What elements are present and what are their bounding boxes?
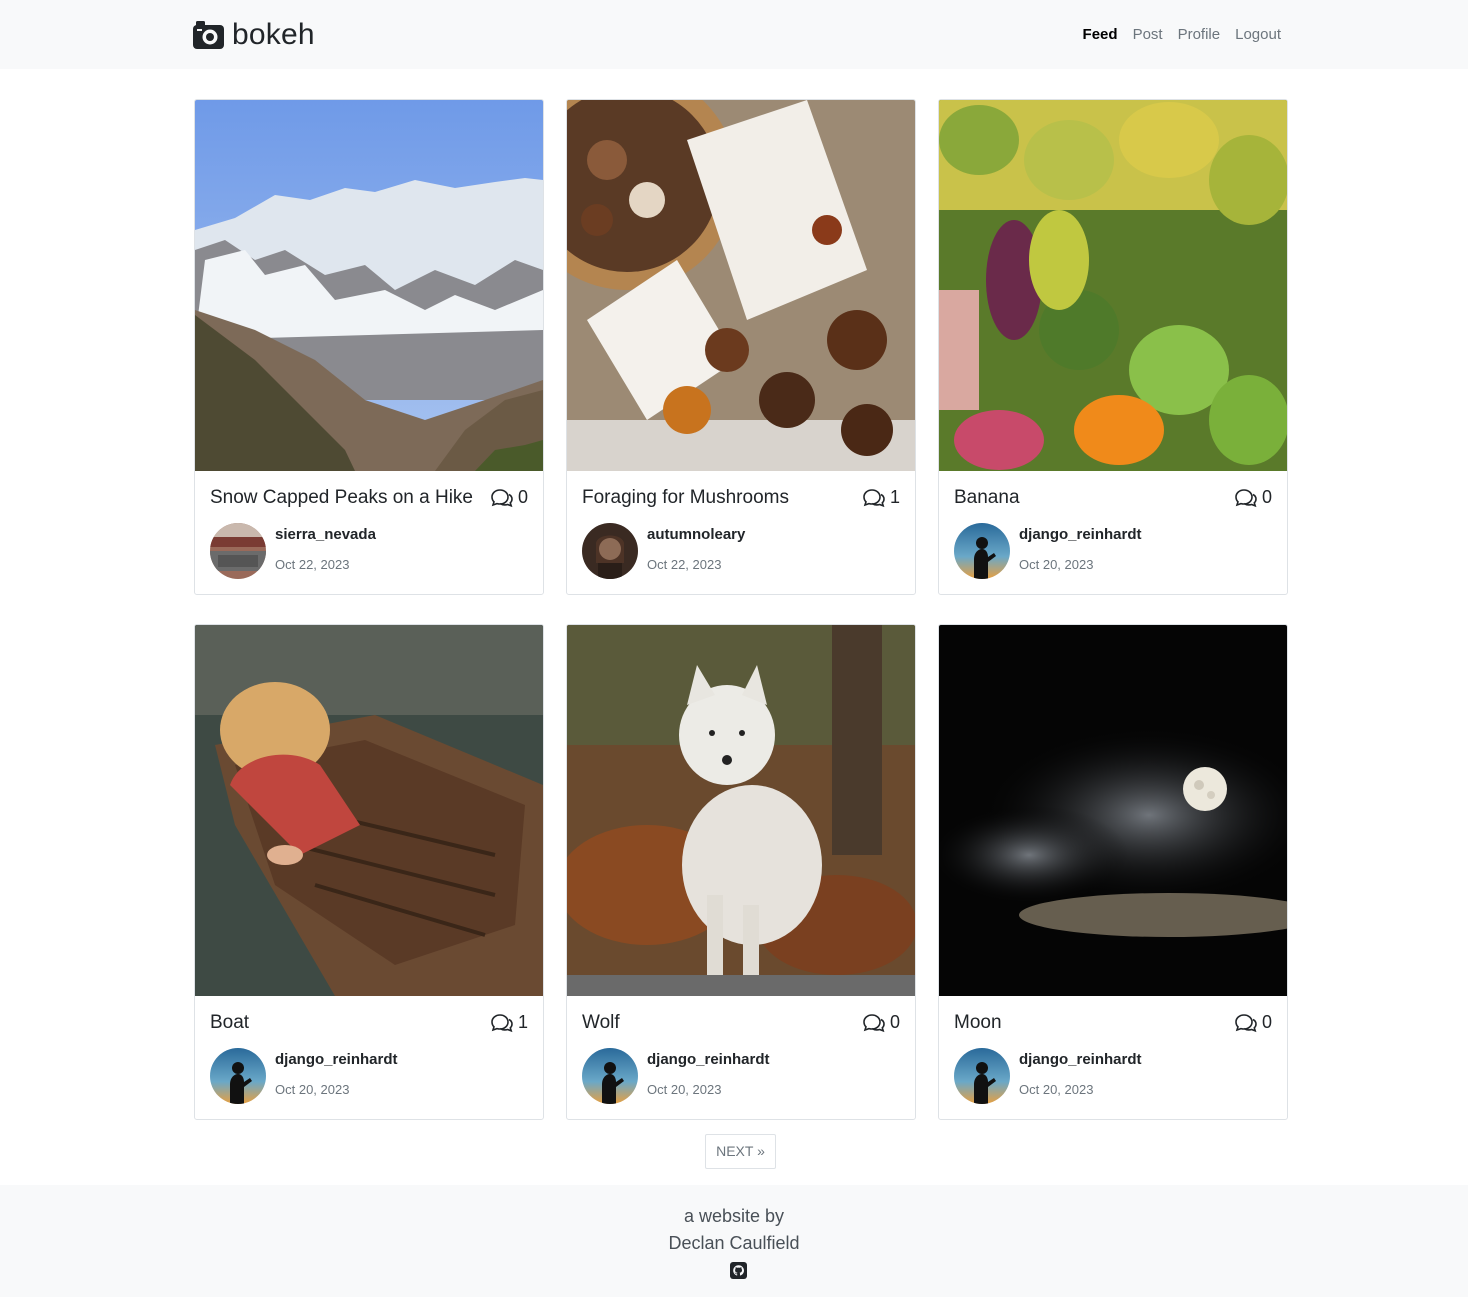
mushrooms-photo[interactable] [567,100,915,471]
post-date: Oct 20, 2023 [1019,1082,1094,1097]
next-page-button[interactable]: NEXT » [705,1134,776,1169]
avatar[interactable] [210,523,266,579]
comment-count-value: 0 [1261,1012,1272,1032]
navbar: bokeh Feed Post Profile Logout [0,0,1468,69]
nav-logout-link[interactable]: Logout [1235,25,1281,45]
post-date: Oct 20, 2023 [1019,557,1094,572]
comments-icon [491,1013,513,1032]
post-date: Oct 20, 2023 [647,1082,722,1097]
comments-icon [1235,1013,1257,1032]
post-date: Oct 22, 2023 [275,557,350,572]
post-card[interactable]: Snow Capped Peaks on a Hike 0 sierra_nev… [194,99,544,595]
camera-icon [193,21,224,49]
footer-author-name: Declan Caulfield [668,1233,800,1253]
post-title[interactable]: Boat [210,1012,249,1034]
post-date: Oct 22, 2023 [647,557,722,572]
post-card[interactable]: Banana 0 django_reinhardt Oct 20, 2023 [938,99,1288,595]
avatar[interactable] [582,1048,638,1104]
post-card[interactable]: Boat 1 django_reinhardt Oct 20, 2023 [194,624,544,1120]
comment-count[interactable]: 1 [862,487,900,508]
comment-count-value: 0 [889,1012,900,1032]
comment-count-value: 0 [517,487,528,507]
avatar[interactable] [954,1048,1010,1104]
snowy-mountain-photo[interactable] [195,100,543,471]
avatar[interactable] [210,1048,266,1104]
post-date: Oct 20, 2023 [275,1082,350,1097]
brand-name: bokeh [232,18,315,51]
moon-photo[interactable] [939,625,1287,996]
post-card[interactable]: Foraging for Mushrooms 1 autumnoleary Oc… [566,99,916,595]
wolf-photo[interactable] [567,625,915,996]
comment-count-value: 1 [517,1012,528,1032]
post-title[interactable]: Foraging for Mushrooms [582,487,789,509]
comment-count[interactable]: 1 [490,1012,528,1033]
comments-icon [863,488,885,507]
post-title[interactable]: Snow Capped Peaks on a Hike [210,487,473,509]
username[interactable]: sierra_nevada [275,526,376,543]
footer-credit-label: a website by [683,1206,785,1226]
post-title[interactable]: Wolf [582,1012,620,1034]
username[interactable]: django_reinhardt [1019,526,1142,543]
nav-post-link[interactable]: Post [1133,25,1163,45]
post-card[interactable]: Moon 0 django_reinhardt Oct 20, 2023 [938,624,1288,1120]
footer: a website by Declan Caulfield [0,1185,1468,1297]
comment-count[interactable]: 0 [1234,487,1272,508]
comments-icon [1235,488,1257,507]
username[interactable]: django_reinhardt [275,1051,398,1068]
comment-count-value: 0 [1261,487,1272,507]
username[interactable]: django_reinhardt [1019,1051,1142,1068]
github-icon[interactable] [730,1262,747,1279]
post-title[interactable]: Moon [954,1012,1002,1034]
nav-links: Feed Post Profile Logout [1083,25,1281,45]
comment-count[interactable]: 0 [490,487,528,508]
nav-profile-link[interactable]: Profile [1178,25,1221,45]
comments-icon [491,488,513,507]
nav-feed-link[interactable]: Feed [1083,25,1118,45]
boat-photo[interactable] [195,625,543,996]
comments-icon [863,1013,885,1032]
post-title[interactable]: Banana [954,487,1020,509]
post-card[interactable]: Wolf 0 django_reinhardt Oct 20, 2023 [566,624,916,1120]
avatar[interactable] [954,523,1010,579]
avatar[interactable] [582,523,638,579]
username[interactable]: autumnoleary [647,526,745,543]
brand-link[interactable]: bokeh [193,18,315,52]
comment-count[interactable]: 0 [1234,1012,1272,1033]
username[interactable]: django_reinhardt [647,1051,770,1068]
fruit-market-photo[interactable] [939,100,1287,471]
comment-count-value: 1 [889,487,900,507]
comment-count[interactable]: 0 [862,1012,900,1033]
